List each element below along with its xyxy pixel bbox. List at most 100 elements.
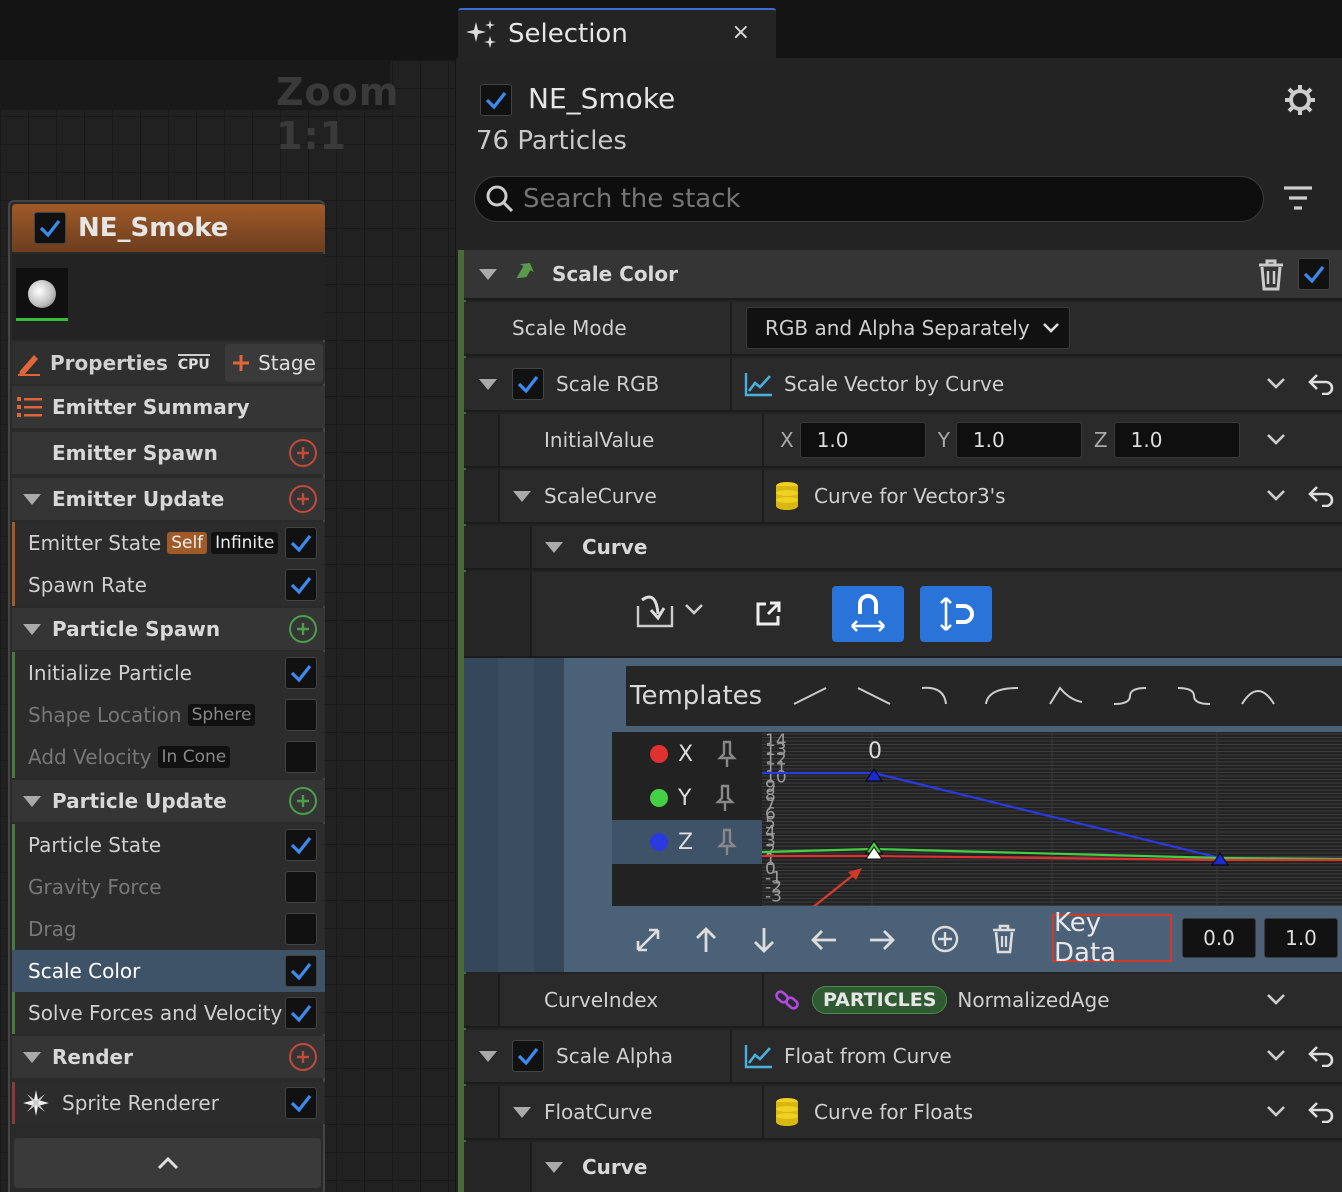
module-enable-checkbox[interactable] <box>1298 258 1330 290</box>
add-module-button[interactable] <box>289 787 317 815</box>
graph-canvas-area[interactable]: Zoom 1:1 NE_Smoke Properties CPU Stage E… <box>0 0 455 1192</box>
fit-horizontal-button[interactable] <box>832 586 904 642</box>
search-input[interactable] <box>523 184 1223 214</box>
gravity-force-row[interactable]: Gravity Force <box>12 866 325 908</box>
filter-icon[interactable] <box>1282 184 1314 214</box>
channel-y[interactable]: Y <box>612 776 762 820</box>
shape-location-row[interactable]: Shape Location Sphere <box>12 694 325 736</box>
tab-close-button[interactable]: × <box>732 20 750 45</box>
tab-selection[interactable]: Selection × <box>458 8 776 58</box>
chevron-down-icon[interactable] <box>1266 433 1286 447</box>
pin-icon[interactable] <box>717 740 737 768</box>
add-module-button[interactable] <box>289 439 317 467</box>
emitter-update-section[interactable]: Emitter Update <box>12 478 325 520</box>
open-external-icon[interactable] <box>754 600 782 628</box>
y-value-field[interactable]: 1.0 <box>955 422 1082 458</box>
properties-label[interactable]: Properties <box>50 351 168 375</box>
chevron-down-icon[interactable] <box>1266 489 1286 503</box>
reset-arrow-icon[interactable] <box>1308 1045 1334 1067</box>
curve-editor[interactable]: Templates X Y Z 14 13 12 11 10 9 8 7 6 5… <box>464 658 1342 972</box>
collapse-triangle-icon[interactable] <box>478 1049 498 1063</box>
collapse-triangle-icon[interactable] <box>22 492 42 506</box>
chevron-down-icon[interactable] <box>1266 1049 1286 1063</box>
module-enable-checkbox[interactable] <box>285 955 317 987</box>
module-enable-checkbox[interactable] <box>285 657 317 689</box>
key-value-field[interactable]: 1.0 <box>1264 918 1338 958</box>
sprite-renderer-row[interactable]: Sprite Renderer <box>12 1082 325 1124</box>
curve-index-value[interactable]: NormalizedAge <box>957 988 1109 1012</box>
solve-forces-row[interactable]: Solve Forces and Velocity <box>12 992 325 1034</box>
delete-key-icon[interactable] <box>990 924 1018 954</box>
collapse-triangle-icon[interactable] <box>22 794 42 808</box>
initialize-particle-row[interactable]: Initialize Particle <box>12 652 325 694</box>
add-key-icon[interactable] <box>930 924 960 954</box>
module-enable-checkbox[interactable] <box>285 699 317 731</box>
float-curve-value[interactable]: Curve for Floats <box>814 1100 973 1124</box>
channel-x[interactable]: X <box>612 732 762 776</box>
gear-icon[interactable] <box>1282 82 1318 118</box>
arrow-left-icon[interactable] <box>810 928 838 952</box>
node-header[interactable]: NE_Smoke <box>12 204 325 252</box>
module-enable-checkbox[interactable] <box>285 569 317 601</box>
render-section[interactable]: Render <box>12 1036 325 1078</box>
module-enable-checkbox[interactable] <box>285 1087 317 1119</box>
particle-spawn-section[interactable]: Particle Spawn <box>12 608 325 650</box>
chevron-down-icon[interactable] <box>1266 993 1286 1007</box>
add-module-button[interactable] <box>289 1043 317 1071</box>
collapse-triangle-icon[interactable] <box>478 267 498 281</box>
reset-arrow-icon[interactable] <box>1308 485 1334 507</box>
channel-z[interactable]: Z <box>612 820 762 864</box>
scale-rgb-checkbox[interactable] <box>512 368 544 400</box>
collapse-triangle-icon[interactable] <box>512 489 532 503</box>
emitter-summary-row[interactable]: Emitter Summary <box>12 386 325 428</box>
module-enable-checkbox[interactable] <box>285 741 317 773</box>
module-enable-checkbox[interactable] <box>285 527 317 559</box>
pin-icon[interactable] <box>715 784 736 812</box>
module-enable-checkbox[interactable] <box>285 829 317 861</box>
emitter-state-row[interactable]: Emitter State Self Infinite <box>12 522 325 564</box>
collapse-triangle-icon[interactable] <box>544 1160 564 1174</box>
collapse-node-button[interactable] <box>14 1138 321 1188</box>
scale-alpha-checkbox[interactable] <box>512 1040 544 1072</box>
arrow-down-icon[interactable] <box>752 926 776 954</box>
emitter-spawn-section[interactable]: Emitter Spawn <box>12 432 325 474</box>
reset-arrow-icon[interactable] <box>1308 1101 1334 1123</box>
scale-alpha-value[interactable]: Float from Curve <box>784 1044 952 1068</box>
key-time-field[interactable]: 0.0 <box>1182 918 1256 958</box>
spawn-rate-row[interactable]: Spawn Rate <box>12 564 325 606</box>
add-velocity-row[interactable]: Add Velocity In Cone <box>12 736 325 778</box>
scale-color-row[interactable]: Scale Color <box>12 950 325 992</box>
chevron-down-icon[interactable] <box>1266 1105 1286 1119</box>
module-enable-checkbox[interactable] <box>285 913 317 945</box>
add-stage-button[interactable]: Stage <box>225 344 323 382</box>
collapse-triangle-icon[interactable] <box>512 1105 532 1119</box>
add-module-button[interactable] <box>289 485 317 513</box>
scale-rgb-value[interactable]: Scale Vector by Curve <box>784 372 1004 396</box>
scale-curve-value[interactable]: Curve for Vector3's <box>814 484 1006 508</box>
arrow-up-icon[interactable] <box>694 926 718 954</box>
module-enable-checkbox[interactable] <box>285 997 317 1029</box>
collapse-triangle-icon[interactable] <box>478 377 498 391</box>
expand-icon[interactable] <box>634 926 662 954</box>
module-header-scale-color[interactable]: Scale Color <box>464 250 1342 300</box>
collapse-triangle-icon[interactable] <box>22 622 42 636</box>
curve-graph[interactable]: 14 13 12 11 10 9 8 7 6 5 4 3 2 1 0 -1 -2 -3 0 <box>762 732 1342 906</box>
arrow-right-icon[interactable] <box>868 928 896 952</box>
emitter-thumbnail[interactable] <box>16 268 68 320</box>
x-value-field[interactable]: 1.0 <box>799 422 926 458</box>
chevron-down-icon[interactable] <box>1266 377 1286 391</box>
add-module-button[interactable] <box>289 615 317 643</box>
reset-arrow-icon[interactable] <box>1308 373 1334 395</box>
drag-row[interactable]: Drag <box>12 908 325 950</box>
emitter-enable-checkbox[interactable] <box>480 84 512 116</box>
z-value-field[interactable]: 1.0 <box>1113 422 1240 458</box>
module-enable-checkbox[interactable] <box>285 871 317 903</box>
emitter-node[interactable]: NE_Smoke Properties CPU Stage Emitter Su… <box>8 200 325 1192</box>
collapse-triangle-icon[interactable] <box>544 540 564 554</box>
curve-import-dropdown[interactable] <box>634 590 704 630</box>
fit-vertical-button[interactable] <box>920 586 992 642</box>
scale-mode-dropdown[interactable]: RGB and Alpha Separately <box>746 307 1070 349</box>
trash-icon[interactable] <box>1256 259 1286 291</box>
pin-icon[interactable] <box>717 828 737 856</box>
collapse-triangle-icon[interactable] <box>22 1050 42 1064</box>
